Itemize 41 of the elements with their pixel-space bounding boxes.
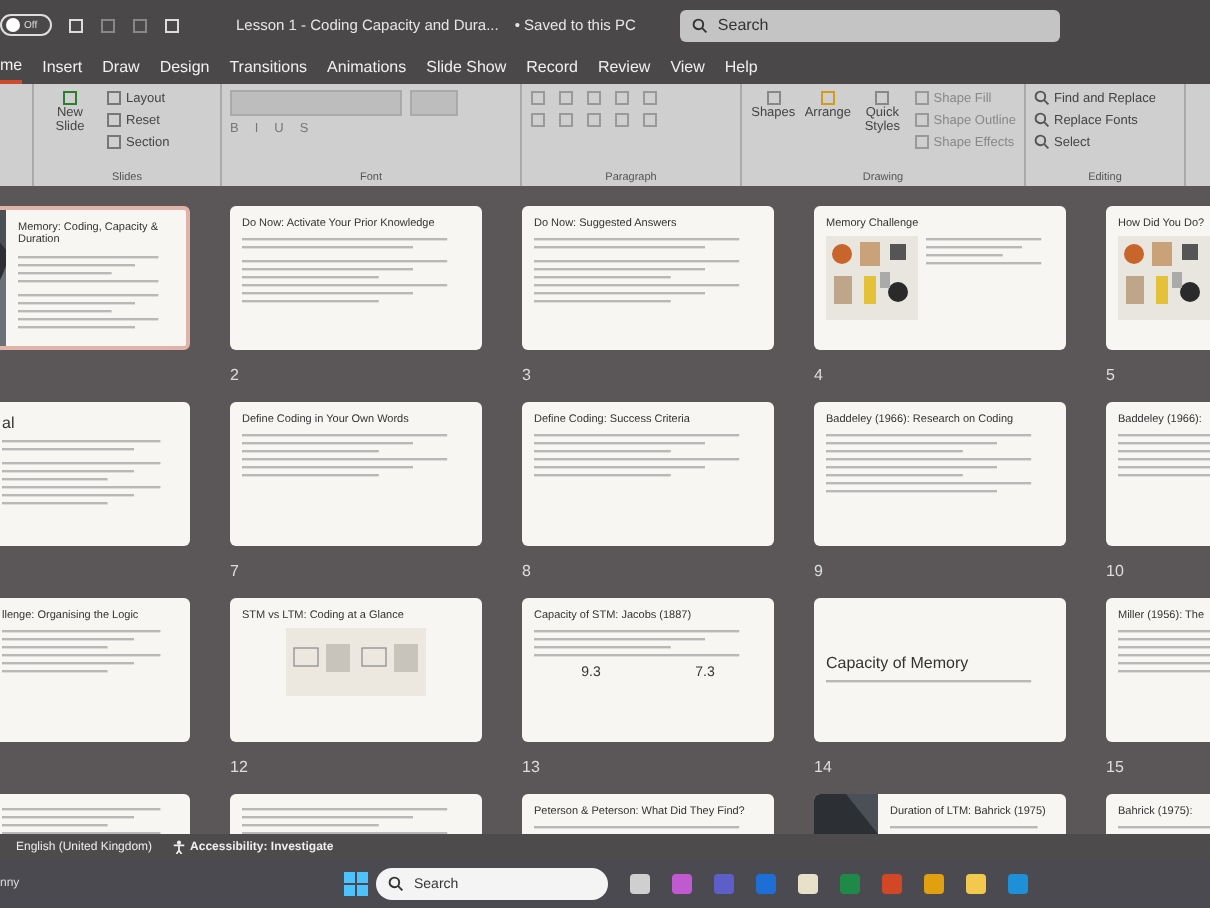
ribbon-tab[interactable]: Record bbox=[526, 50, 578, 84]
font-field[interactable] bbox=[230, 90, 402, 116]
slide-thumbnail[interactable]: al bbox=[0, 402, 190, 546]
slide-number: 2 bbox=[230, 366, 239, 384]
search-icon bbox=[1034, 90, 1050, 106]
ribbon-tab[interactable]: Review bbox=[597, 50, 651, 84]
slide-number: 12 bbox=[230, 758, 248, 776]
slide-number: 4 bbox=[814, 366, 823, 384]
slide-number: 8 bbox=[522, 562, 531, 580]
ribbon-tab[interactable]: Design bbox=[159, 50, 210, 84]
search-icon bbox=[1034, 134, 1050, 150]
app-icon[interactable] bbox=[796, 872, 820, 896]
search-icon bbox=[691, 17, 708, 33]
app-icon[interactable] bbox=[922, 872, 946, 896]
ribbon-tab[interactable]: Draw bbox=[102, 50, 140, 84]
ribbon-tab[interactable]: Slide Show bbox=[426, 50, 507, 84]
ribbon-tab[interactable]: View bbox=[670, 50, 705, 84]
diagram-drawing bbox=[286, 628, 426, 697]
slide-number: 5 bbox=[1106, 366, 1115, 384]
slide-number: 9 bbox=[814, 562, 823, 580]
slide-number: 15 bbox=[1106, 758, 1124, 776]
slide-number: 13 bbox=[522, 758, 540, 776]
ribbon-tab[interactable]: Animations bbox=[327, 50, 407, 84]
slide-number: 7 bbox=[230, 562, 239, 580]
search-icon bbox=[388, 876, 404, 892]
slide-title: Capacity of Memory bbox=[826, 653, 971, 673]
slide-number: 14 bbox=[814, 758, 832, 776]
app-icon[interactable] bbox=[964, 872, 988, 896]
app-icon[interactable] bbox=[628, 872, 652, 896]
slide-title: al bbox=[2, 414, 17, 433]
ribbon-tab[interactable]: Insert bbox=[42, 50, 83, 84]
font-size-field[interactable] bbox=[410, 90, 458, 116]
slide-number: 10 bbox=[1106, 562, 1124, 580]
accessibility-icon bbox=[172, 840, 187, 854]
start-icon[interactable] bbox=[344, 872, 368, 896]
ribbon-tab[interactable]: Transitions bbox=[229, 50, 308, 84]
slide-thumbnail[interactable]: Capacity of Memory bbox=[814, 598, 1066, 742]
slide-number: 3 bbox=[522, 366, 531, 384]
search-icon bbox=[1034, 112, 1050, 128]
ribbon-tab[interactable]: Help bbox=[724, 50, 758, 84]
search-field[interactable]: Search bbox=[679, 9, 1060, 41]
